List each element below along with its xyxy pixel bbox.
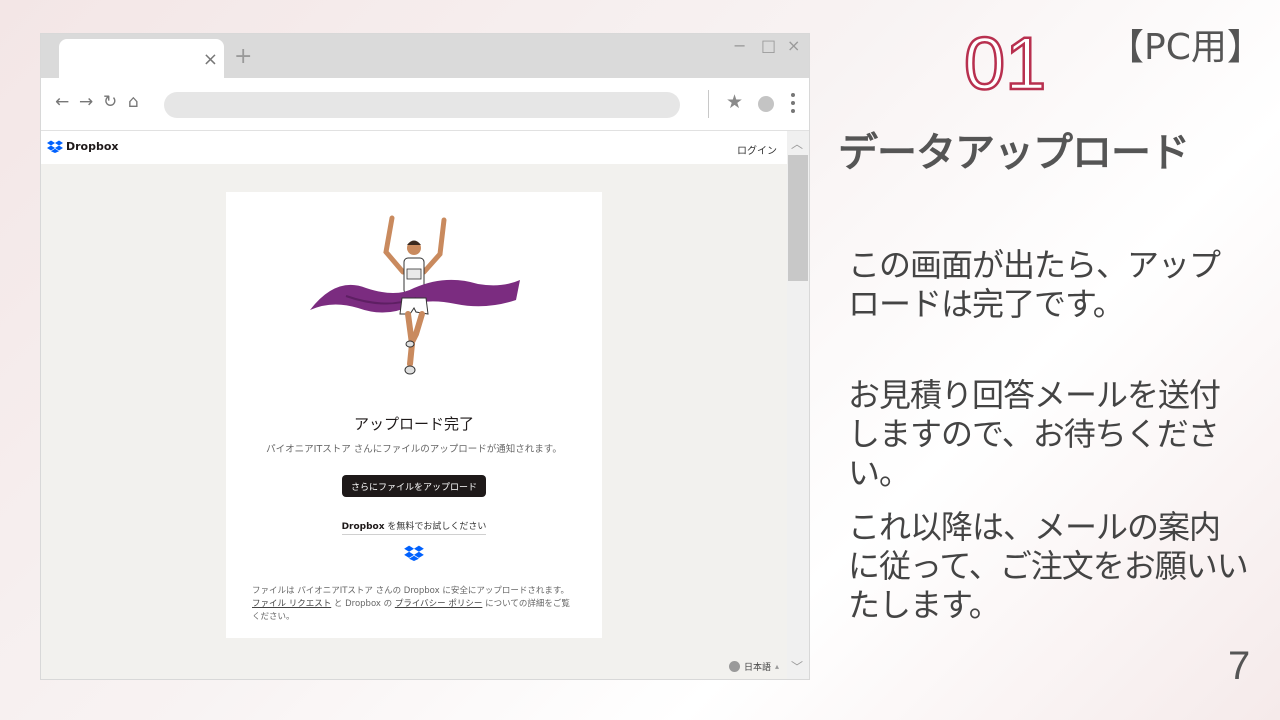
close-tab-icon[interactable]: × <box>203 49 218 70</box>
address-bar[interactable] <box>164 92 680 118</box>
footnote-text-2: と Dropbox の <box>333 599 393 609</box>
globe-icon <box>728 661 740 672</box>
footnote-text-1: ファイルは パイオニアITストア さんの Dropbox に安全にアップロードさ… <box>252 586 569 596</box>
upload-complete-card: アップロード完了 パイオニアITストア さんにファイルのアップロードが通知されま… <box>226 192 602 638</box>
upload-complete-title: アップロード完了 <box>353 415 474 433</box>
upload-footnote: ファイルは パイオニアITストア さんの Dropbox に安全にアップロードさ… <box>252 585 576 624</box>
star-icon[interactable]: ★ <box>726 91 743 113</box>
file-request-link[interactable]: ファイル リクエスト <box>252 599 331 609</box>
back-arrow-icon[interactable]: ← <box>55 92 69 112</box>
dropbox-header: Dropbox ログイン <box>41 131 787 164</box>
chevron-up-icon[interactable]: ︿ <box>791 135 803 152</box>
slide-paragraph-2: お見積り回答メールを送付しますので、お待ちください。 <box>848 376 1221 492</box>
tab-bar: × + − □ × <box>41 34 809 79</box>
runner-finish-line-illustration <box>310 215 520 375</box>
privacy-policy-link[interactable]: プライバシー ポリシー <box>395 599 483 609</box>
slide-title: データアップロード <box>838 130 1190 176</box>
dropbox-icon[interactable] <box>404 545 424 561</box>
chevron-down-icon[interactable]: ﹀ <box>791 658 803 675</box>
slide-paragraph-1: この画面が出たら、アップロードは完了です。 <box>848 246 1221 323</box>
toolbar-divider <box>708 90 709 118</box>
dropbox-brand-text: Dropbox <box>66 140 119 153</box>
reload-icon[interactable]: ↻ <box>103 92 117 112</box>
maximize-icon[interactable]: □ <box>761 36 776 55</box>
minimize-icon[interactable]: − <box>733 36 746 55</box>
browser-window: × + − □ × ← → ↻ ⌂ ★ Dropbox ログイン ︿ ﹀ アップ… <box>40 33 810 680</box>
language-label: 日本語 <box>743 663 771 673</box>
forward-arrow-icon[interactable]: → <box>79 92 93 112</box>
slide-paragraph-3: これ以降は、メールの案内に従って、ご注文をお願いいたします。 <box>848 508 1249 624</box>
login-link[interactable]: ログイン <box>737 142 777 157</box>
upload-complete-subtitle: パイオニアITストア さんにファイルのアップロードが通知されます。 <box>266 444 562 455</box>
scrollbar-thumb[interactable] <box>788 155 808 281</box>
browser-toolbar: ← → ↻ ⌂ ★ <box>41 78 809 131</box>
profile-icon[interactable] <box>758 96 774 112</box>
close-window-icon[interactable]: × <box>787 36 800 55</box>
step-number: 01 <box>963 21 1048 107</box>
kebab-menu-icon[interactable] <box>791 93 795 117</box>
scrollbar[interactable]: ︿ ﹀ <box>787 131 809 679</box>
page-viewport: Dropbox ログイン ︿ ﹀ アップロード完了 パイオニアITストア さんに… <box>41 131 809 679</box>
home-icon[interactable]: ⌂ <box>128 92 139 112</box>
page-number: 7 <box>1228 644 1251 688</box>
try-dropbox-brand: Dropbox <box>341 522 385 532</box>
new-tab-icon[interactable]: + <box>234 44 252 69</box>
caret-up-icon: ▴ <box>774 662 779 671</box>
dropbox-icon <box>47 140 63 153</box>
browser-tab[interactable]: × <box>59 39 224 79</box>
pc-badge: 【PC用】 <box>1108 27 1263 68</box>
dropbox-logo[interactable]: Dropbox <box>47 140 119 153</box>
try-dropbox-text: を無料でお試しください <box>384 522 487 532</box>
try-dropbox-link[interactable]: Dropbox を無料でお試しください <box>226 519 602 535</box>
upload-more-files-button[interactable]: さらにファイルをアップロード <box>342 475 486 497</box>
language-selector[interactable]: 日本語 ▴ <box>728 660 779 673</box>
